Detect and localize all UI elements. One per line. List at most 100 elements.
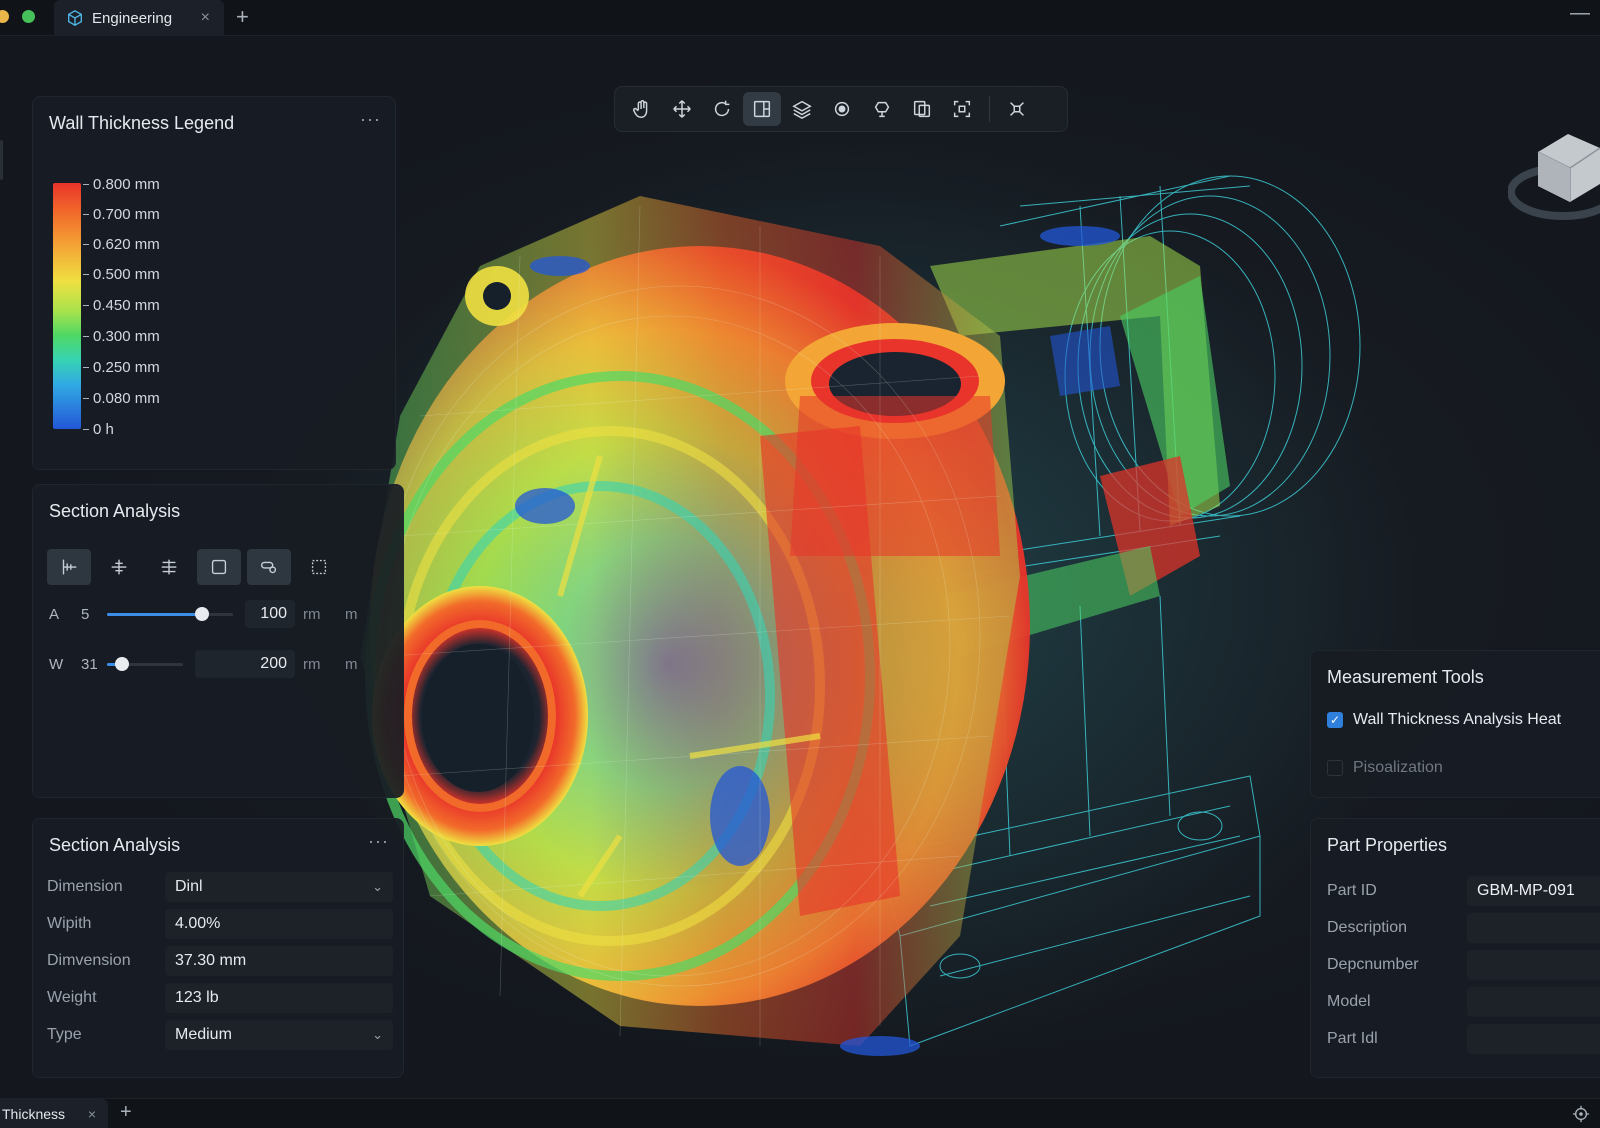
layers-icon: [792, 100, 812, 120]
weight-field[interactable]: 123 lb: [165, 983, 393, 1013]
pan-tool-button[interactable]: [623, 92, 661, 126]
copy-view-button[interactable]: [903, 92, 941, 126]
legend-color-bar: [53, 183, 81, 429]
explode-button[interactable]: [863, 92, 901, 126]
dashed-selection-icon: [311, 559, 327, 575]
section-box-button[interactable]: [197, 549, 241, 585]
slider-handle[interactable]: [195, 606, 209, 621]
prop-label: Dimension: [47, 878, 123, 895]
tab-title: Thickness: [2, 1106, 66, 1122]
section-y-button[interactable]: [97, 549, 141, 585]
section-box-icon: [211, 559, 227, 575]
zoom-icon: [834, 101, 850, 117]
part-number-field[interactable]: [1467, 950, 1600, 980]
legend-tick: 0.450 mm: [83, 296, 160, 314]
slider-w[interactable]: [107, 656, 183, 671]
section-analysis-panel: Section Analysis A 5 100 rm m W 31 200 r…: [32, 484, 404, 798]
slider-a[interactable]: [107, 606, 233, 621]
prop-value: 4.00%: [175, 915, 221, 932]
new-tab-button[interactable]: +: [236, 4, 249, 30]
left-dock-handle[interactable]: [0, 140, 3, 180]
wall-thickness-heat-toggle[interactable]: ✓ Wall Thickness Analysis Heat: [1327, 711, 1561, 729]
part-idl-field[interactable]: [1467, 1024, 1600, 1054]
layers-button[interactable]: [783, 92, 821, 126]
section-view-button[interactable]: [743, 92, 781, 126]
slider-w-unit: rm: [303, 656, 321, 673]
checkbox-unchecked[interactable]: [1327, 760, 1343, 776]
target-icon[interactable]: [1572, 1105, 1590, 1123]
dimension-field[interactable]: 37.30 mm: [165, 946, 393, 976]
section-z-button[interactable]: [147, 549, 191, 585]
measurement-tools-panel: Measurement Tools ✓ Wall Thickness Analy…: [1310, 650, 1600, 798]
close-tab-icon[interactable]: ×: [201, 9, 210, 27]
section-select-button[interactable]: [297, 549, 341, 585]
dimension-select[interactable]: Dinl ⌄: [165, 872, 393, 902]
zoom-button[interactable]: [823, 92, 861, 126]
close-tab-icon[interactable]: ×: [88, 1106, 96, 1122]
checkbox-checked[interactable]: ✓: [1327, 712, 1343, 728]
part-id-field[interactable]: GBM-MP-091: [1467, 876, 1600, 906]
section-tools: [47, 549, 341, 585]
part-label: Model: [1327, 993, 1371, 1010]
prop-row-dimension-2: Dimvension 37.30 mm: [47, 945, 393, 977]
part-label: Description: [1327, 919, 1408, 936]
prop-row-width: Wipith 4.00%: [47, 908, 393, 940]
section-x-button[interactable]: [47, 549, 91, 585]
part-row-id: Part ID GBM-MP-091: [1327, 875, 1600, 907]
tab-thickness[interactable]: Thickness ×: [0, 1099, 108, 1128]
legend-tick: 0.800 mm: [83, 175, 160, 193]
slider-a-value[interactable]: 100: [245, 600, 295, 628]
more-options-icon[interactable]: ···: [368, 831, 389, 852]
new-tab-button[interactable]: +: [120, 1101, 132, 1124]
tab-title: Engineering: [92, 9, 173, 27]
fit-view-icon: [953, 100, 971, 118]
cube-icon: [68, 10, 82, 26]
part-row-number: Depcnumber: [1327, 949, 1600, 981]
rotate-tool-button[interactable]: [703, 92, 741, 126]
more-options-icon[interactable]: ···: [360, 109, 381, 130]
type-select[interactable]: Medium ⌄: [165, 1020, 393, 1050]
slider-row-a: A 5: [49, 599, 389, 629]
slider-a-unit2: m: [345, 606, 358, 623]
legend-tick: 0.080 mm: [83, 389, 160, 407]
chevron-down-icon: ⌄: [372, 1027, 383, 1042]
toolbar-divider: [989, 96, 990, 122]
rotate-icon: [714, 100, 730, 117]
reset-view-button[interactable]: [998, 92, 1036, 126]
axis-label: A: [49, 605, 60, 623]
chevron-down-icon: ⌄: [372, 879, 383, 894]
view-cube-icon[interactable]: [1508, 122, 1600, 232]
visualization-toggle[interactable]: Pisoalization: [1327, 759, 1443, 777]
title-bar: Engineering × + —: [0, 0, 1600, 36]
part-row-model: Model: [1327, 986, 1600, 1018]
prop-value: Dinl: [175, 878, 203, 895]
slider-handle[interactable]: [115, 656, 129, 671]
model-field[interactable]: [1467, 987, 1600, 1017]
part-label: Depcnumber: [1327, 956, 1419, 973]
prop-label: Type: [47, 1026, 82, 1043]
legend-tick: 0.300 mm: [83, 327, 160, 345]
fit-view-button[interactable]: [943, 92, 981, 126]
section-plane-z-icon: [161, 559, 177, 575]
window-control-yellow[interactable]: [0, 10, 9, 23]
pan-hand-icon: [633, 100, 648, 118]
part-label: Part Idl: [1327, 1030, 1378, 1047]
axis-label: W: [49, 655, 64, 673]
section-cut-icon: [260, 561, 277, 574]
part-row-idl: Part Idl: [1327, 1023, 1600, 1055]
slider-w-value[interactable]: 200: [195, 650, 295, 678]
measurement-title: Measurement Tools: [1327, 667, 1484, 687]
description-field[interactable]: [1467, 913, 1600, 943]
window-control-green[interactable]: [22, 10, 35, 23]
part-properties-panel: Part Properties Part ID GBM-MP-091 Descr…: [1310, 818, 1600, 1078]
legend-tick: 0 h: [83, 420, 114, 438]
section-analysis-title: Section Analysis: [49, 501, 181, 521]
view-toolbar: [614, 86, 1068, 132]
move-tool-button[interactable]: [663, 92, 701, 126]
copy-view-icon: [913, 100, 931, 118]
minimize-button[interactable]: —: [1570, 2, 1590, 25]
width-field[interactable]: 4.00%: [165, 909, 393, 939]
checkbox-label: Pisoalization: [1353, 759, 1443, 776]
tab-engineering[interactable]: Engineering ×: [54, 0, 224, 36]
section-cut-button[interactable]: [247, 549, 291, 585]
